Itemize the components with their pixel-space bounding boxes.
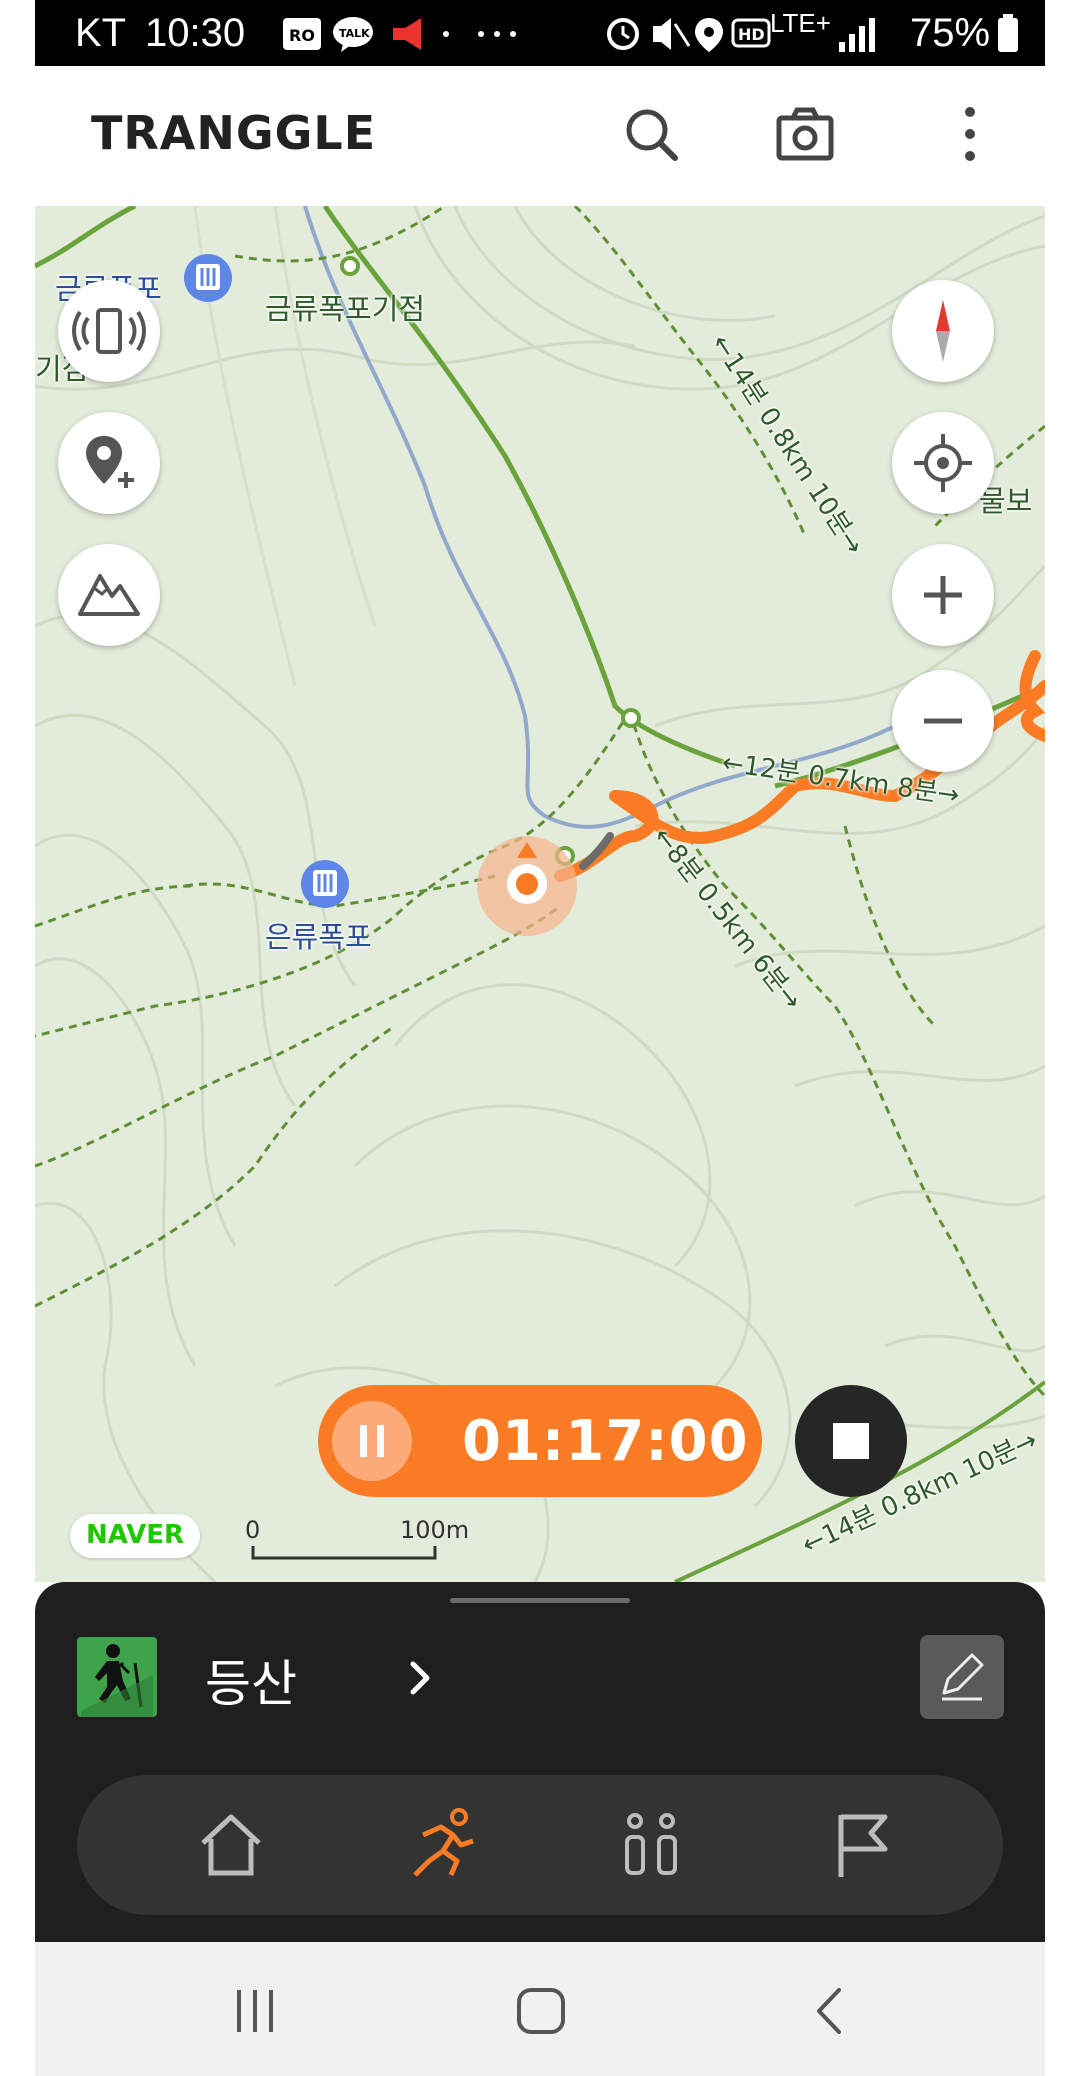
compass-button[interactable]: [892, 280, 994, 382]
search-icon[interactable]: [621, 104, 681, 164]
stop-icon: [833, 1423, 869, 1459]
zoom-out-button[interactable]: [892, 670, 994, 772]
tab-home[interactable]: [185, 1799, 277, 1891]
vibration-icon: [72, 308, 146, 354]
map-view[interactable]: 금류폭포 금류폭포기점 기점 물보 은류폭포 ←14분 0.8km 10분→ ←…: [35, 206, 1045, 1582]
signal-icon: [839, 18, 875, 52]
locate-icon: [914, 434, 972, 492]
pause-button[interactable]: [332, 1401, 412, 1481]
junction-label[interactable]: 금류폭포기점: [265, 286, 425, 328]
activity-icon-box[interactable]: [77, 1637, 157, 1717]
bottom-tab-bar: [77, 1775, 1003, 1915]
zoom-in-button[interactable]: [892, 544, 994, 646]
home-icon: [201, 1814, 261, 1876]
add-location-icon: [86, 436, 134, 488]
running-icon: [413, 1808, 474, 1877]
chevron-right-icon[interactable]: [405, 1658, 435, 1698]
svg-text:RO: RO: [289, 26, 315, 45]
drag-handle[interactable]: [450, 1598, 630, 1603]
system-navigation-bar: [35, 1942, 1045, 2076]
people-icon: [625, 1813, 677, 1875]
naver-attribution: NAVER: [70, 1514, 200, 1558]
back-icon[interactable]: [805, 1984, 855, 2038]
flag-icon: [838, 1814, 888, 1877]
clock: 10:30: [145, 11, 246, 55]
camera-icon[interactable]: [775, 104, 835, 164]
locate-button[interactable]: [892, 412, 994, 514]
network-type: LTE+: [770, 8, 831, 38]
more-notifications-icon: [478, 31, 516, 37]
tab-activity[interactable]: [395, 1799, 487, 1891]
recent-apps-icon[interactable]: [225, 1984, 285, 2038]
activity-panel: 등산: [35, 1582, 1045, 1942]
battery-percent: 75%: [910, 11, 991, 55]
edit-button[interactable]: [920, 1635, 1004, 1719]
battery-icon: [998, 14, 1018, 52]
home-button-icon[interactable]: [511, 1984, 571, 2038]
status-bar: KT 10:30 RO TALK HD LTE+ 75%: [35, 0, 1045, 66]
recording-timer: 01:17:00: [318, 1385, 762, 1497]
carrier-label: KT: [75, 11, 127, 55]
tab-challenge[interactable]: [815, 1799, 907, 1891]
zoom-out-icon: [924, 718, 962, 724]
stop-button[interactable]: [795, 1385, 907, 1497]
vibration-button[interactable]: [58, 280, 160, 382]
waterfall-label-mid[interactable]: 은류폭포: [265, 914, 372, 956]
app-logo: TRANGGLE: [91, 106, 377, 160]
tab-community[interactable]: [605, 1799, 697, 1891]
svg-text:HD: HD: [738, 25, 765, 44]
notification-icons: RO TALK: [283, 17, 449, 52]
activity-type-label[interactable]: 등산: [205, 1644, 297, 1716]
hiker-icon: [81, 1644, 153, 1717]
svg-text:TALK: TALK: [339, 27, 370, 40]
scale-end: 100m: [400, 1516, 470, 1544]
more-vertical-icon[interactable]: [955, 104, 985, 164]
naver-logo: NAVER: [85, 1520, 185, 1550]
add-location-button[interactable]: [58, 412, 160, 514]
zoom-in-icon: [924, 576, 962, 614]
mountain-icon: [78, 574, 140, 616]
compass-icon: [936, 300, 950, 362]
app-header: TRANGGLE: [35, 66, 1045, 206]
pencil-icon: [942, 1653, 984, 1701]
pause-icon: [360, 1425, 384, 1457]
terrain-button[interactable]: [58, 544, 160, 646]
elapsed-time: 01:17:00: [462, 1409, 749, 1474]
scale-start: 0: [245, 1516, 261, 1544]
